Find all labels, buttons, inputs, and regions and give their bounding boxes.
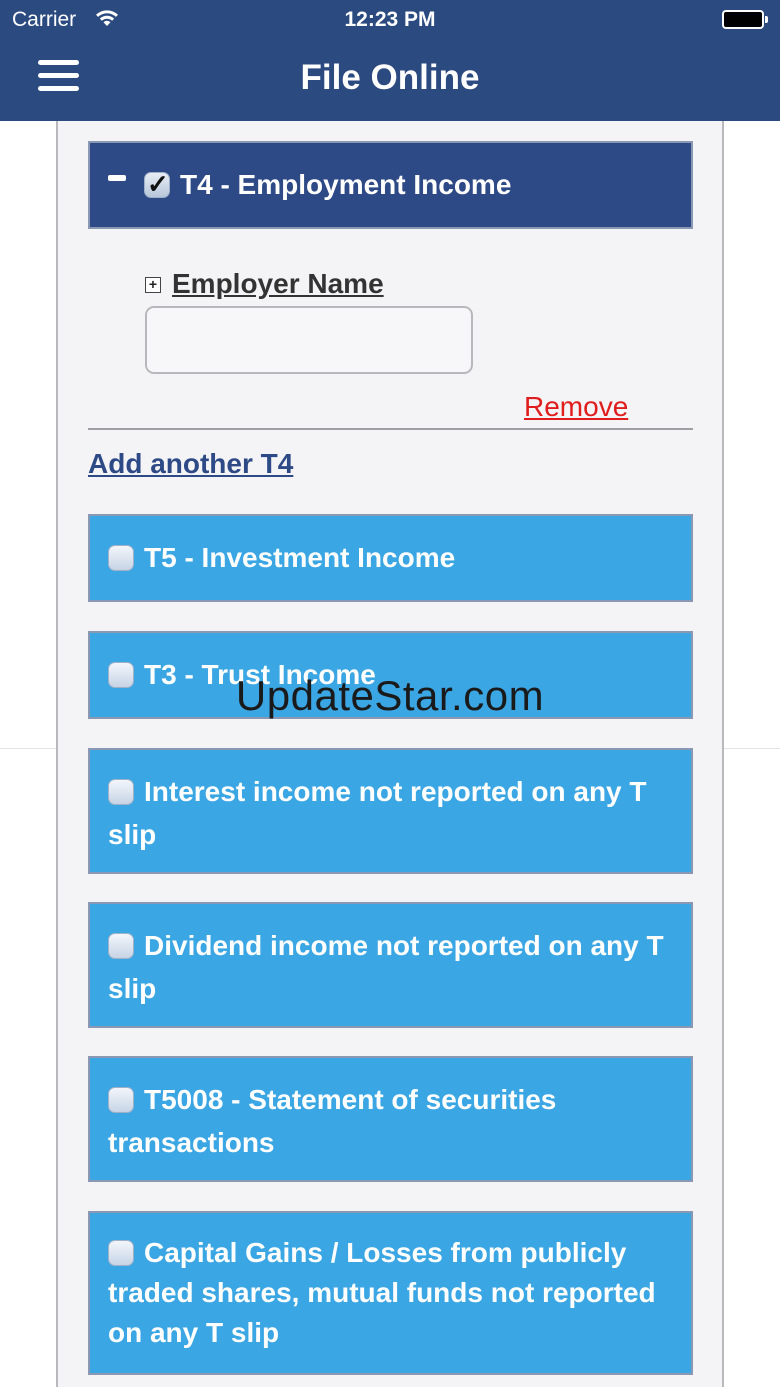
battery-icon bbox=[722, 10, 768, 29]
status-bar: Carrier 12:23 PM bbox=[0, 0, 780, 40]
section-dividend-income[interactable]: Dividend income not reported on any T sl… bbox=[88, 902, 693, 1028]
section-t3-trust-income[interactable]: T3 - Trust Income bbox=[88, 631, 693, 719]
status-time: 12:23 PM bbox=[344, 8, 436, 31]
employer-name-input[interactable] bbox=[145, 306, 473, 374]
expand-icon[interactable]: + bbox=[145, 277, 161, 293]
app-header: Carrier 12:23 PM File Online bbox=[0, 0, 780, 121]
section-t5008-securities[interactable]: T5008 - Statement of securities transact… bbox=[88, 1056, 693, 1182]
section-title: Interest income not reported on any T sl… bbox=[108, 776, 647, 850]
checkbox-icon[interactable] bbox=[108, 933, 134, 959]
section-title: T5 - Investment Income bbox=[144, 542, 456, 573]
checkbox-icon[interactable]: ✓ bbox=[144, 169, 170, 199]
section-title: T3 - Trust Income bbox=[144, 659, 376, 690]
background-divider-right bbox=[724, 748, 780, 749]
checkbox-icon[interactable] bbox=[108, 1240, 134, 1266]
section-t4-employment-income[interactable]: ✓ T4 - Employment Income bbox=[88, 141, 693, 229]
employer-name-label[interactable]: Employer Name bbox=[172, 268, 384, 300]
section-t4-title: T4 - Employment Income bbox=[180, 169, 512, 200]
section-title: Capital Gains / Losses from publicly tra… bbox=[108, 1237, 656, 1348]
checkbox-icon[interactable] bbox=[108, 545, 134, 571]
page-title: File Online bbox=[300, 58, 480, 97]
section-t5-investment-income[interactable]: T5 - Investment Income bbox=[88, 514, 693, 602]
remove-link[interactable]: Remove bbox=[524, 391, 628, 423]
background-divider-left bbox=[0, 748, 56, 749]
checkbox-icon[interactable] bbox=[108, 1087, 134, 1113]
checkbox-icon[interactable] bbox=[108, 779, 134, 805]
checkbox-icon[interactable] bbox=[108, 662, 134, 688]
collapse-icon[interactable] bbox=[108, 175, 126, 181]
section-interest-income[interactable]: Interest income not reported on any T sl… bbox=[88, 748, 693, 874]
section-capital-gains[interactable]: Capital Gains / Losses from publicly tra… bbox=[88, 1211, 693, 1375]
add-another-t4-link[interactable]: Add another T4 bbox=[88, 448, 293, 480]
divider bbox=[88, 428, 693, 430]
section-title: Dividend income not reported on any T sl… bbox=[108, 930, 664, 1004]
section-title: T5008 - Statement of securities transact… bbox=[108, 1084, 557, 1158]
